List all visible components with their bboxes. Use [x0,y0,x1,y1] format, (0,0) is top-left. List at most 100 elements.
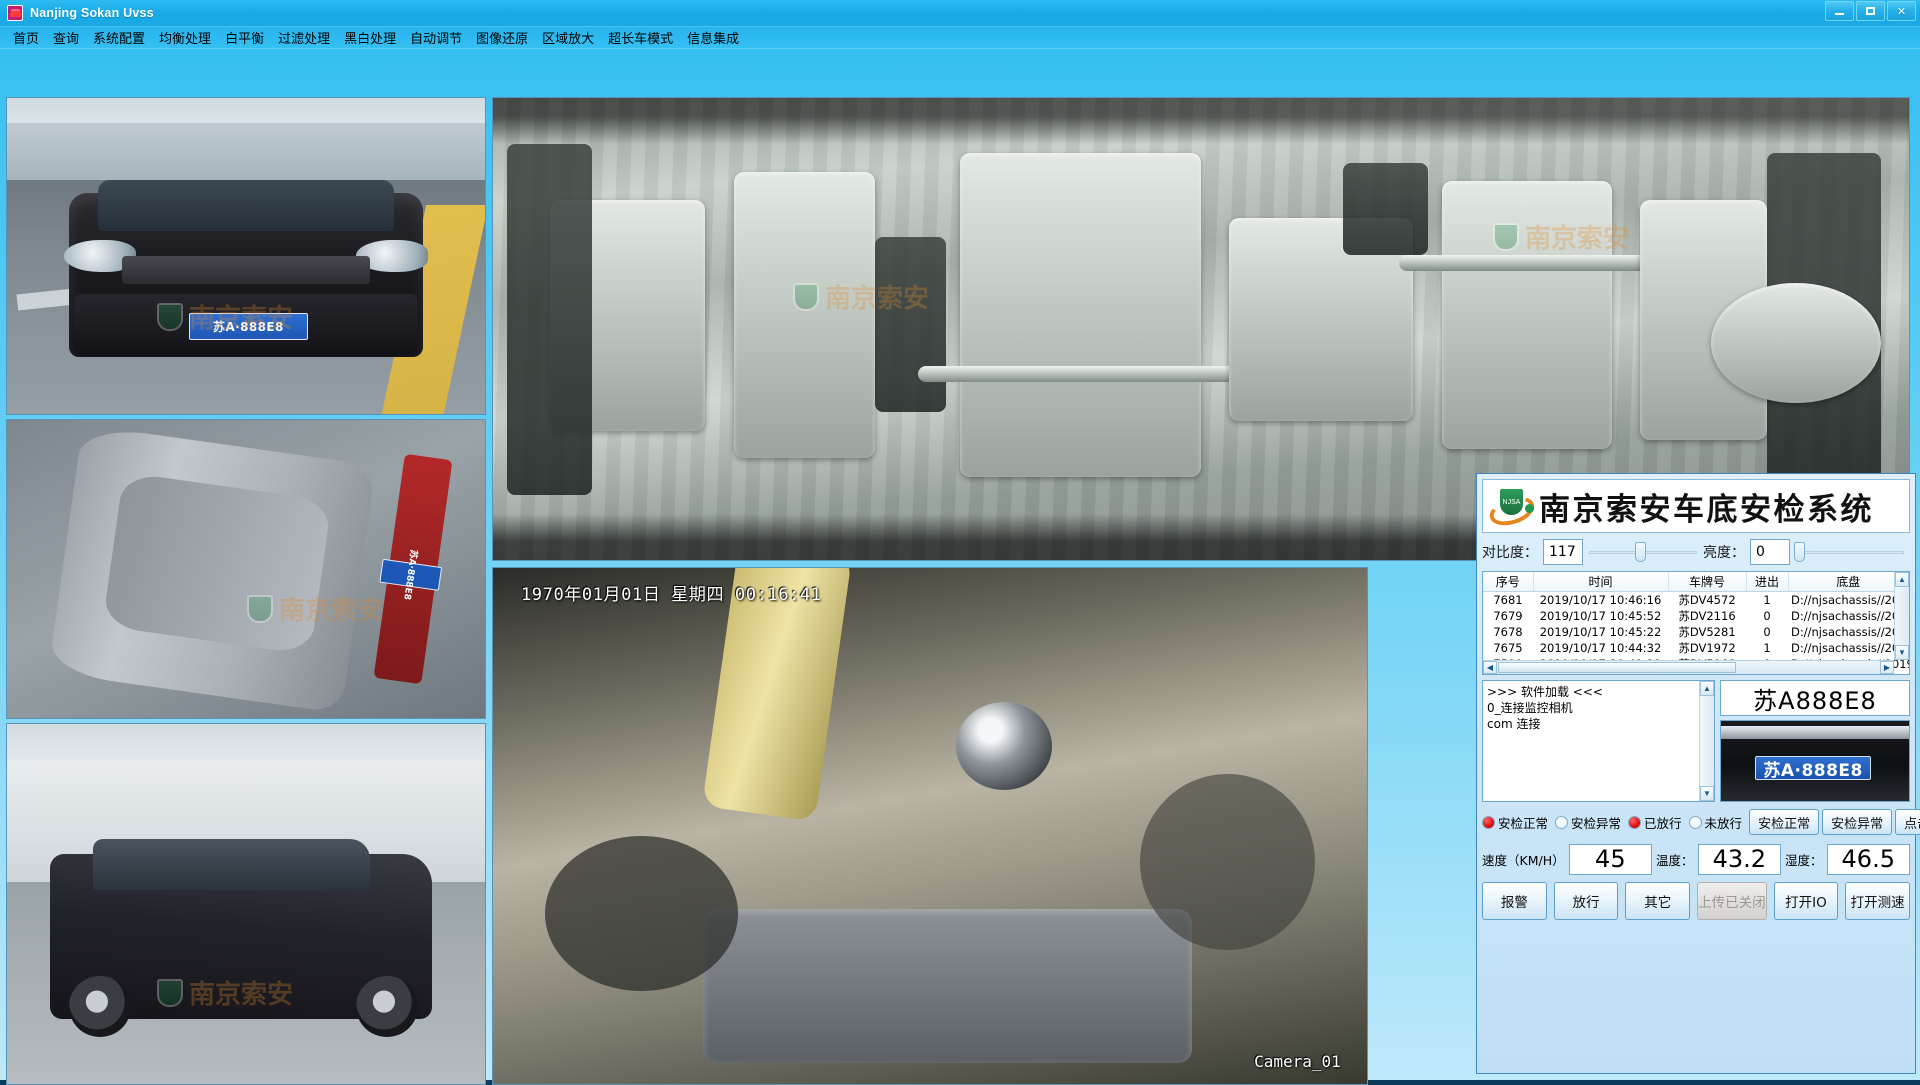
menu-zoom-region[interactable]: 区域放大 [535,27,601,48]
cell-inout: 1 [1746,640,1788,656]
radio-label: 未放行 [1705,813,1743,832]
temperature-label: 温度： [1656,850,1694,869]
menu-system-config[interactable]: 系统配置 [86,27,152,48]
radio-inspection-normal[interactable]: 安检正常 [1482,813,1548,832]
radio-indicator-icon[interactable] [1689,816,1702,829]
live-camera-image [493,568,1367,1084]
radio-inspection-abnormal[interactable]: 安检异常 [1555,813,1621,832]
table-row[interactable]: 7678 2019/10/17 10:45:22 苏DV5281 0 D://n… [1483,624,1909,640]
column-header-index[interactable]: 序号 [1483,572,1533,591]
close-button[interactable]: ✕ [1887,1,1916,21]
recognized-plate-box: 苏A888E8 [1720,680,1910,716]
menu-home[interactable]: 首页 [6,27,46,48]
plate-snapshot-badge: 苏A·888E8 [1755,756,1872,780]
radio-released[interactable]: 已放行 [1628,813,1682,832]
button-upload[interactable]: 点击上传 [1895,809,1920,835]
cell-time: 2019/10/17 10:45:22 [1533,624,1668,640]
scroll-up-icon[interactable]: ▲ [1700,681,1714,696]
cell-index: 7678 [1483,624,1533,640]
menu-image-restore[interactable]: 图像还原 [469,27,535,48]
front-plate-text: 苏A·888E8 [213,318,284,335]
menu-info-integration[interactable]: 信息集成 [680,27,746,48]
button-open-speed[interactable]: 打开测速 [1845,882,1910,920]
cell-index: 7679 [1483,608,1533,624]
front-vehicle-image: 苏A·888E8 [7,98,485,414]
menu-auto-adjust[interactable]: 自动调节 [403,27,469,48]
column-header-plate[interactable]: 车牌号 [1668,572,1746,591]
table-row[interactable]: 7679 2019/10/17 10:45:52 苏DV2116 0 D://n… [1483,608,1909,624]
column-header-chassis[interactable]: 底盘 [1788,572,1909,591]
radio-label: 已放行 [1644,813,1682,832]
cell-time: 2019/10/17 10:46:16 [1533,591,1668,608]
button-upload-off: 上传已关闭 [1697,882,1767,920]
cell-plate: 苏DV1972 [1668,640,1746,656]
cell-time: 2019/10/17 10:45:52 [1533,608,1668,624]
workspace: 苏A·888E8 南京索安 苏A·888E8 南京索安 [0,49,1920,1080]
radio-label: 安检正常 [1498,813,1548,832]
njsa-logo-icon: NJSA [1489,484,1535,528]
brightness-slider[interactable] [1794,541,1906,563]
radio-label: 安检异常 [1571,813,1621,832]
table-horizontal-scrollbar[interactable]: ◀ ▶ [1483,660,1894,674]
menu-query[interactable]: 查询 [46,27,86,48]
button-mark-abnormal[interactable]: 安检异常 [1822,809,1892,835]
contrast-value[interactable]: 117 [1543,539,1583,565]
cell-plate: 苏DV5281 [1668,624,1746,640]
radio-not-released[interactable]: 未放行 [1689,813,1743,832]
button-alarm[interactable]: 报警 [1482,882,1547,920]
camera-view-top[interactable]: 苏A·888E8 南京索安 [6,419,486,719]
radio-indicator-icon[interactable] [1482,816,1495,829]
menu-grayscale[interactable]: 黑白处理 [337,27,403,48]
column-header-time[interactable]: 时间 [1533,572,1668,591]
live-camera-view[interactable]: 1970年01月01日 星期四 00:16:41 Camera_01 [492,567,1368,1085]
menu-long-vehicle-mode[interactable]: 超长车模式 [601,27,680,48]
button-mark-normal[interactable]: 安检正常 [1749,809,1819,835]
plate-snapshot-image[interactable]: 苏A·888E8 [1720,720,1910,802]
cell-inout: 0 [1746,608,1788,624]
column-header-inout[interactable]: 进出 [1746,572,1788,591]
maximize-button[interactable] [1856,1,1885,21]
button-open-io[interactable]: 打开IO [1774,882,1839,920]
application-window: Nanjing Sokan Uvss ✕ 首页 查询 系统配置 均衡处理 白平衡… [0,0,1920,1080]
scroll-left-icon[interactable]: ◀ [1483,661,1497,674]
table-vertical-scrollbar[interactable]: ▲ ▼ [1894,572,1909,660]
menu-filter[interactable]: 过滤处理 [271,27,337,48]
brightness-slider-track [1796,551,1904,554]
minimize-button[interactable] [1825,1,1854,21]
scroll-down-icon[interactable]: ▼ [1700,786,1714,801]
camera-view-rear[interactable]: 南京索安 [6,723,486,1085]
contrast-slider[interactable] [1587,541,1699,563]
log-vertical-scrollbar[interactable]: ▲ ▼ [1699,681,1714,801]
brightness-slider-thumb[interactable] [1794,542,1805,562]
rear-vehicle-image [7,724,485,1084]
brightness-value[interactable]: 0 [1750,539,1790,565]
sensor-row: 速度（KM/H） 45 温度： 43.2 湿度： 46.5 [1482,842,1910,876]
camera-view-front[interactable]: 苏A·888E8 南京索安 [6,97,486,415]
table-row[interactable]: 7675 2019/10/17 10:44:32 苏DV1972 1 D://n… [1483,640,1909,656]
window-title: Nanjing Sokan Uvss [30,6,154,20]
button-other[interactable]: 其它 [1625,882,1690,920]
cell-plate: 苏DV2116 [1668,608,1746,624]
record-table-container[interactable]: 序号 时间 车牌号 进出 底盘 7681 2019/10/17 10:46:16… [1482,571,1910,675]
menu-equalize[interactable]: 均衡处理 [152,27,218,48]
table-row[interactable]: 7681 2019/10/17 10:46:16 苏DV4572 1 D://n… [1483,591,1909,608]
scroll-down-icon[interactable]: ▼ [1895,645,1909,660]
contrast-slider-thumb[interactable] [1635,542,1646,562]
cell-inout: 1 [1746,591,1788,608]
cell-chassis: D://njsachassis//2019-10-1 [1788,591,1909,608]
menu-white-balance[interactable]: 白平衡 [218,27,271,48]
speed-label: 速度（KM/H） [1482,850,1565,869]
osd-camera-label: Camera_01 [1254,1052,1341,1071]
log-text: >>> 软件加载 <<< 0_连接监控相机 com 连接 [1487,684,1710,733]
radio-indicator-icon[interactable] [1628,816,1641,829]
button-release[interactable]: 放行 [1554,882,1619,920]
log-console[interactable]: >>> 软件加载 <<< 0_连接监控相机 com 连接 ▲ ▼ [1482,680,1715,802]
scroll-up-icon[interactable]: ▲ [1895,572,1909,587]
cell-index: 7675 [1483,640,1533,656]
action-buttons-row: 报警 放行 其它 上传已关闭 打开IO 打开测速 [1482,882,1910,922]
humidity-label: 湿度： [1785,850,1823,869]
radio-indicator-icon[interactable] [1555,816,1568,829]
hscroll-thumb[interactable] [1498,662,1736,673]
status-row: 安检正常 安检异常 已放行 未放行 安检正常 安检异常 点击上传 [1482,807,1910,837]
scroll-right-icon[interactable]: ▶ [1880,661,1894,674]
